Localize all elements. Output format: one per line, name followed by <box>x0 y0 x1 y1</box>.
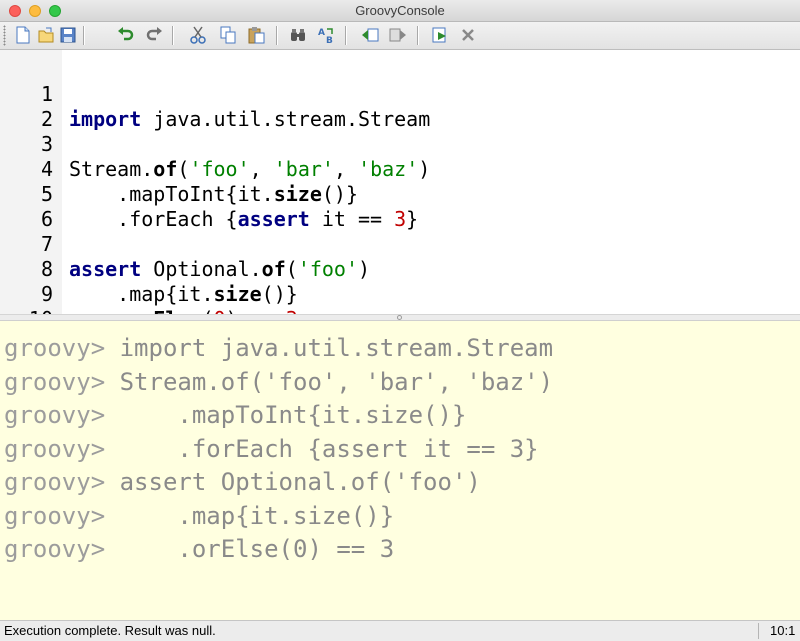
output-line: groovy> .forEach {assert it == 3} <box>4 435 539 463</box>
paste-icon <box>248 27 265 44</box>
toolbar-grip[interactable] <box>3 25 6 46</box>
svg-text:B: B <box>326 36 333 45</box>
groovy-prompt: groovy> <box>4 334 106 362</box>
redo-icon <box>146 27 162 41</box>
code-line: 6 <box>0 182 800 231</box>
undo-icon <box>118 27 134 41</box>
groovy-prompt: groovy> <box>4 468 106 496</box>
code-line: 4 .mapToInt{it.size()} <box>0 132 800 206</box>
output-line: groovy> import java.util.stream.Stream <box>4 334 554 362</box>
splitter-handle-icon[interactable] <box>397 315 402 320</box>
interrupt-script-button[interactable] <box>458 25 478 45</box>
groovy-prompt: groovy> <box>4 401 106 429</box>
output-line: groovy> assert Optional.of('foo') <box>4 468 481 496</box>
groovy-prompt: groovy> <box>4 435 106 463</box>
toolbar-separator <box>417 26 419 45</box>
history-next-button[interactable] <box>388 25 408 45</box>
binoculars-icon <box>291 29 305 41</box>
output-pane[interactable]: groovy> import java.util.stream.Stream g… <box>0 321 800 620</box>
stop-x-icon <box>462 29 474 41</box>
status-message: Execution complete. Result was null. <box>4 623 216 638</box>
find-button[interactable] <box>288 25 308 45</box>
status-divider <box>758 623 759 639</box>
new-file-button[interactable] <box>12 25 32 45</box>
code-line: 1 import java.util.stream.Stream <box>0 57 800 131</box>
groovy-prompt: groovy> <box>4 368 106 396</box>
replace-icon: AB <box>318 28 333 45</box>
open-folder-icon <box>38 27 54 43</box>
toolbar: AB <box>0 22 800 50</box>
code-line: 9 .orElse(0) == 3 <box>0 257 800 331</box>
save-file-button[interactable] <box>58 25 78 45</box>
toolbar-separator <box>83 26 85 45</box>
previous-icon <box>362 28 379 42</box>
open-file-button[interactable] <box>36 25 56 45</box>
code-line: 8 .map{it.size()} <box>0 232 800 306</box>
script-editor[interactable]: 1 import java.util.stream.Stream 2 3 Str… <box>0 50 800 331</box>
window-title: GroovyConsole <box>355 3 445 18</box>
cut-button[interactable] <box>188 25 208 45</box>
pane-splitter[interactable] <box>0 314 800 321</box>
title-bar: GroovyConsole <box>0 0 800 22</box>
run-script-icon <box>432 27 446 43</box>
copy-icon <box>220 26 236 44</box>
toolbar-separator <box>345 26 347 45</box>
new-document-icon <box>16 26 30 44</box>
caret-position: 10:1 <box>770 623 796 638</box>
output-line: groovy> .mapToInt{it.size()} <box>4 401 467 429</box>
code-line: 7 assert Optional.of('foo') <box>0 207 800 281</box>
code-line: 3 Stream.of('foo', 'bar', 'baz') <box>0 107 800 181</box>
groovy-prompt: groovy> <box>4 535 106 563</box>
output-line: groovy> .orElse(0) == 3 <box>4 535 395 563</box>
output-line: groovy> Stream.of('foo', 'bar', 'baz') <box>4 368 554 396</box>
copy-button[interactable] <box>218 25 238 45</box>
history-previous-button[interactable] <box>360 25 380 45</box>
toolbar-separator <box>276 26 278 45</box>
redo-button[interactable] <box>144 25 164 45</box>
code-line: 2 <box>0 82 800 131</box>
paste-button[interactable] <box>246 25 266 45</box>
next-icon <box>389 28 406 42</box>
scissors-icon <box>190 26 206 44</box>
toolbar-separator <box>172 26 174 45</box>
svg-text:A: A <box>318 28 325 38</box>
replace-button[interactable]: AB <box>316 25 336 45</box>
save-disk-icon <box>60 27 76 43</box>
status-bar: Execution complete. Result was null. 10:… <box>0 620 800 641</box>
execute-script-button[interactable] <box>430 25 450 45</box>
undo-button[interactable] <box>116 25 136 45</box>
code-line: 10 <box>0 282 800 331</box>
output-line: groovy> .map{it.size()} <box>4 502 395 530</box>
groovy-prompt: groovy> <box>4 502 106 530</box>
code-line: 5 .forEach {assert it == 3} <box>0 157 800 231</box>
